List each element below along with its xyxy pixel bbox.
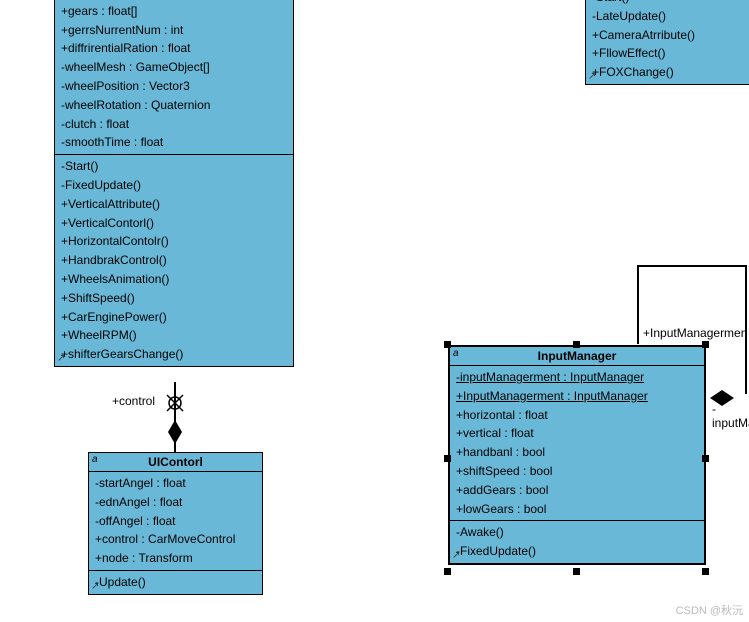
attr: -wheelMesh : GameObject[]	[61, 58, 287, 77]
selection-handle[interactable]	[444, 568, 451, 575]
method: +VerticalAttribute()	[61, 195, 287, 214]
attr: +vertical : float	[456, 424, 698, 443]
connector-deco	[164, 392, 186, 452]
attr: +shiftSpeed : bool	[456, 462, 698, 481]
attr: -clutch : float	[61, 115, 287, 134]
method: -FixedUpdate()	[61, 176, 287, 195]
method: +CarEnginePower()	[61, 308, 287, 327]
attr: +addGears : bool	[456, 481, 698, 500]
assoc-label-inputmar: -inputMar	[712, 402, 749, 430]
assoc-label-control: +control	[112, 394, 155, 408]
assoc-label-inputmgmt: +InputManagermen	[643, 326, 747, 340]
attr: +lowGears : bool	[456, 500, 698, 519]
method: +ShiftSpeed()	[61, 289, 287, 308]
method: +CameraAtrribute()	[592, 26, 749, 45]
selection-handle[interactable]	[444, 455, 451, 462]
link-arrow-icon: ↗	[588, 71, 596, 82]
class-carmovecontrol: +engineRPM : float +gears : float[] +ger…	[54, 0, 294, 367]
class-name: InputManager	[538, 349, 617, 363]
link-arrow-icon: ↗	[452, 550, 460, 561]
method: -FixedUpdate()	[456, 542, 698, 561]
abstract-marker-icon: a	[453, 348, 459, 359]
method: -Awake()	[456, 523, 698, 542]
method: -Update()	[95, 573, 256, 592]
method: +FOXChange()	[592, 63, 749, 82]
methods-section: -Start() -LateUpdate() +CameraAtrribute(…	[586, 0, 749, 84]
class-camera: -Start() -LateUpdate() +CameraAtrribute(…	[585, 0, 749, 85]
attr: +gears : float[]	[61, 2, 287, 21]
method: -LateUpdate()	[592, 7, 749, 26]
methods-section: -Update() ↗	[89, 571, 262, 594]
attr: -smoothTime : float	[61, 133, 287, 152]
attr: +control : CarMoveControl	[95, 530, 256, 549]
attr: -wheelRotation : Quaternion	[61, 96, 287, 115]
attr: +horizontal : float	[456, 406, 698, 425]
selection-handle[interactable]	[444, 341, 451, 348]
watermark: CSDN @秋沅	[676, 602, 743, 618]
attr: -offAngel : float	[95, 512, 256, 531]
method: +FllowEffect()	[592, 44, 749, 63]
attr: +handbanl : bool	[456, 443, 698, 462]
attr: -startAngel : float	[95, 474, 256, 493]
attributes-section: -startAngel : float -ednAngel : float -o…	[89, 472, 262, 571]
attributes-section: +engineRPM : float +gears : float[] +ger…	[55, 0, 293, 155]
method: +HandbrakControl()	[61, 251, 287, 270]
abstract-marker-icon: a	[92, 454, 98, 465]
selection-handle[interactable]	[573, 341, 580, 348]
methods-section: -Awake() -FixedUpdate() ↗	[450, 521, 704, 563]
class-name: UIContorl	[148, 455, 203, 469]
link-arrow-icon: ↗	[57, 353, 65, 364]
method: +shifterGearsChange()	[61, 345, 287, 364]
attr: +diffrirentialRation : float	[61, 39, 287, 58]
attr: +gerrsNurrentNum : int	[61, 21, 287, 40]
methods-section: -Start() -FixedUpdate() +VerticalAttribu…	[55, 155, 293, 366]
selection-handle[interactable]	[573, 568, 580, 575]
selection-handle[interactable]	[702, 568, 709, 575]
method: -Start()	[61, 157, 287, 176]
class-title: a UIContorl	[89, 453, 262, 472]
method: +HorizontalContolr()	[61, 232, 287, 251]
method: +VerticalContorl()	[61, 214, 287, 233]
attr: -wheelPosition : Vector3	[61, 77, 287, 96]
method: -Start()	[592, 0, 749, 7]
attr: -ednAngel : float	[95, 493, 256, 512]
attr: +node : Transform	[95, 549, 256, 568]
class-uicontorl: a UIContorl -startAngel : float -ednAnge…	[88, 452, 263, 595]
selection-handle[interactable]	[702, 455, 709, 462]
link-arrow-icon: ↗	[91, 581, 99, 592]
method: +WheelRPM()	[61, 326, 287, 345]
method: +WheelsAnimation()	[61, 270, 287, 289]
